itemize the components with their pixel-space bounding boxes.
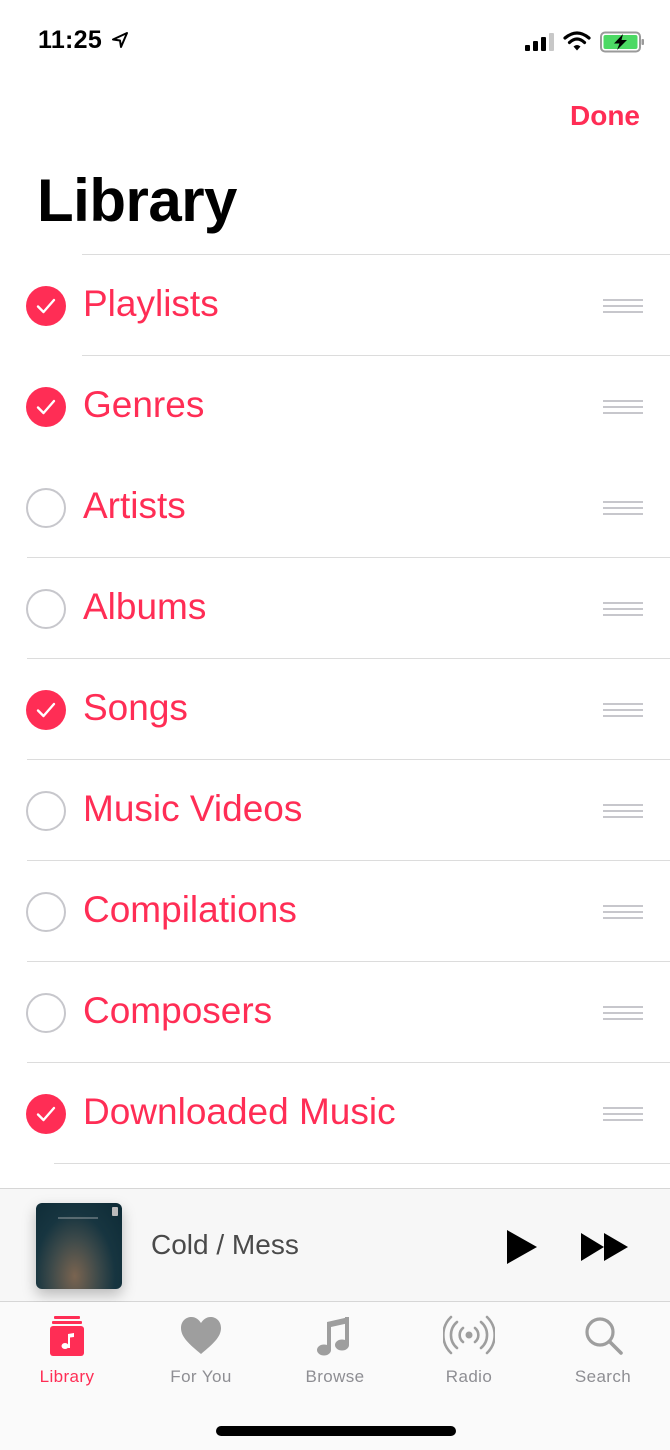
checked-circle-icon[interactable]: [26, 690, 66, 730]
library-category-row[interactable]: Compilations: [0, 860, 670, 961]
row-separator: [27, 1062, 670, 1063]
unchecked-circle-icon[interactable]: [26, 488, 66, 528]
library-category-row[interactable]: Downloaded Music: [0, 1062, 670, 1163]
reorder-handle-icon[interactable]: [603, 703, 643, 717]
tab-bar: Library For You Browse Radio Search: [0, 1302, 670, 1402]
radio-broadcast-icon: [443, 1315, 495, 1355]
status-bar: 11:25: [0, 0, 670, 80]
row-separator: [27, 557, 670, 558]
tab-label: For You: [170, 1367, 232, 1386]
reorder-handle-icon[interactable]: [603, 400, 643, 414]
now-playing-title[interactable]: Cold / Mess: [151, 1229, 299, 1261]
row-separator: [27, 961, 670, 962]
cellular-signal-icon: [525, 33, 554, 51]
row-separator: [82, 254, 670, 255]
library-category-label: Artists: [83, 485, 186, 526]
mini-player[interactable]: Cold / Mess: [0, 1188, 670, 1302]
library-icon: [50, 1316, 84, 1356]
unchecked-circle-icon[interactable]: [26, 791, 66, 831]
library-category-label: Albums: [83, 586, 207, 627]
reorder-handle-icon[interactable]: [603, 501, 643, 515]
album-artwork[interactable]: [36, 1203, 122, 1289]
battery-charging-icon: [600, 31, 644, 53]
checked-circle-icon[interactable]: [26, 387, 66, 427]
reorder-handle-icon[interactable]: [603, 1006, 643, 1020]
tab-search[interactable]: Search: [536, 1302, 670, 1402]
tab-label: Library: [39, 1367, 95, 1386]
page-title: Library: [37, 167, 237, 234]
tab-label: Search: [574, 1367, 632, 1386]
library-category-label: Downloaded Music: [83, 1091, 396, 1132]
unchecked-circle-icon[interactable]: [26, 892, 66, 932]
unchecked-circle-icon[interactable]: [26, 993, 66, 1033]
row-separator: [27, 860, 670, 861]
library-category-label: Playlists: [83, 283, 219, 324]
reorder-handle-icon[interactable]: [603, 804, 643, 818]
library-category-label: Songs: [83, 687, 188, 728]
library-category-row[interactable]: Artists: [0, 456, 670, 557]
library-category-label: Genres: [83, 384, 205, 425]
home-indicator[interactable]: [216, 1426, 456, 1436]
heart-icon: [181, 1317, 221, 1354]
library-category-row[interactable]: Playlists: [0, 254, 670, 355]
row-separator: [27, 658, 670, 659]
library-category-list: Playlists Genres Artists Albums Songs Music V…: [0, 254, 670, 1164]
tab-for-you[interactable]: For You: [134, 1302, 268, 1402]
checked-circle-icon[interactable]: [26, 1094, 66, 1134]
library-category-row[interactable]: Music Videos: [0, 759, 670, 860]
library-category-row[interactable]: Albums: [0, 557, 670, 658]
library-category-row[interactable]: Genres: [0, 355, 670, 456]
album-art-title-text: [58, 1217, 98, 1219]
wifi-icon: [563, 31, 591, 51]
library-category-label: Composers: [83, 990, 273, 1031]
tab-label: Radio: [445, 1367, 493, 1386]
done-button[interactable]: Done: [570, 100, 640, 132]
reorder-handle-icon[interactable]: [603, 602, 643, 616]
location-arrow-icon: [112, 32, 128, 48]
library-category-label: Music Videos: [83, 788, 303, 829]
play-icon[interactable]: [505, 1229, 539, 1265]
row-separator: [27, 759, 670, 760]
tab-browse[interactable]: Browse: [268, 1302, 402, 1402]
library-category-label: Compilations: [83, 889, 297, 930]
status-time: 11:25: [38, 26, 103, 54]
tab-label: Browse: [305, 1367, 365, 1386]
checkmark-icon: [36, 702, 56, 718]
library-category-row[interactable]: Songs: [0, 658, 670, 759]
fast-forward-icon[interactable]: [580, 1231, 630, 1263]
reorder-handle-icon[interactable]: [603, 1107, 643, 1121]
music-note-icon: [317, 1317, 349, 1356]
parental-advisory-badge: [112, 1207, 118, 1216]
unchecked-circle-icon[interactable]: [26, 589, 66, 629]
tab-library[interactable]: Library: [0, 1302, 134, 1402]
checked-circle-icon[interactable]: [26, 286, 66, 326]
search-icon: [585, 1317, 623, 1355]
reorder-handle-icon[interactable]: [603, 905, 643, 919]
library-category-row[interactable]: Composers: [0, 961, 670, 1062]
row-separator: [54, 1163, 670, 1164]
row-separator: [82, 355, 670, 356]
checkmark-icon: [36, 298, 56, 314]
tab-radio[interactable]: Radio: [402, 1302, 536, 1402]
reorder-handle-icon[interactable]: [603, 299, 643, 313]
checkmark-icon: [36, 399, 56, 415]
checkmark-icon: [36, 1106, 56, 1122]
